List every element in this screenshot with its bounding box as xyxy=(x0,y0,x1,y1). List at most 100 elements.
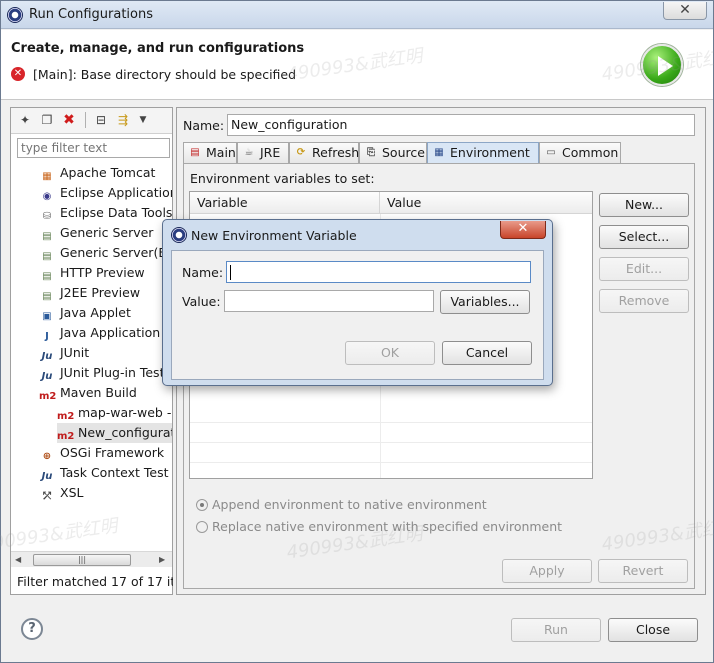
tab-environment[interactable]: ▦ Environment xyxy=(427,142,539,164)
tab-jre[interactable]: ☕ JRE xyxy=(237,142,289,164)
maven-icon: m2 xyxy=(57,431,75,442)
delete-icon[interactable]: ✖ xyxy=(61,112,77,128)
new-variable-button[interactable]: New... xyxy=(599,193,689,217)
tree-horizontal-scrollbar[interactable]: ◀ ||| ▶ xyxy=(11,551,172,567)
database-icon: ⛁ xyxy=(42,211,52,222)
tree-item-xsl[interactable]: ⤱ XSL xyxy=(39,483,83,503)
table-row-line xyxy=(190,462,592,463)
window-title: Run Configurations xyxy=(29,7,153,22)
header-error-message: [Main]: Base directory should be specifi… xyxy=(33,67,297,82)
junit-icon: Ju xyxy=(41,351,53,362)
jre-icon: ☕ xyxy=(244,147,254,158)
table-row-line xyxy=(190,442,592,443)
tree-item-http-preview[interactable]: ▤ HTTP Preview xyxy=(39,263,144,283)
ok-button[interactable]: OK xyxy=(345,341,435,365)
toolbar-separator xyxy=(85,112,86,128)
new-config-icon[interactable]: ✦ xyxy=(17,112,33,128)
config-name-input[interactable]: New_configuration xyxy=(227,114,695,136)
tree-item-j2ee-preview[interactable]: ▤ J2EE Preview xyxy=(39,283,140,303)
table-row-line xyxy=(190,422,592,423)
tree-item-generic-server[interactable]: ▤ Generic Server xyxy=(39,223,153,243)
variables-button[interactable]: Variables... xyxy=(440,290,530,314)
text-caret xyxy=(230,265,231,280)
variable-value-label: Value: xyxy=(182,294,221,309)
variable-name-input[interactable] xyxy=(226,261,531,283)
tree-item-junit[interactable]: Ju JUnit xyxy=(39,343,90,363)
name-label: Name: xyxy=(183,118,225,133)
column-header-value[interactable]: Value xyxy=(380,192,592,214)
configuration-list-panel: ✦ ❐ ✖ ⊟ ⇶ ▼ ▦Apache Tomcat ◉Eclipse Appl… xyxy=(10,107,173,595)
chevron-down-icon[interactable]: ▼ xyxy=(135,112,151,128)
tab-source[interactable]: ⎘ Source xyxy=(359,142,427,164)
common-icon: ▭ xyxy=(546,147,556,158)
tomcat-icon: ▦ xyxy=(42,171,52,182)
tree-item-task-context-test[interactable]: Ju Task Context Test xyxy=(39,463,169,483)
tree-item-new-configuration[interactable]: m2 New_configurati xyxy=(57,423,172,443)
filter-status: Filter matched 17 of 17 iter xyxy=(17,574,173,589)
tab-main[interactable]: ▤ Main xyxy=(183,142,237,164)
tree-item-apache-tomcat[interactable]: ▦ Apache Tomcat xyxy=(39,163,155,183)
window-close-button[interactable]: ✕ xyxy=(663,2,707,20)
tree-item-map-war-web[interactable]: m2 map-war-web -i xyxy=(57,403,172,423)
xsl-icon: ⤱ xyxy=(43,491,51,502)
maven-icon: m2 xyxy=(39,391,57,402)
header-title: Create, manage, and run configurations xyxy=(11,41,305,56)
server-icon: ▤ xyxy=(42,271,52,282)
applet-icon: ▣ xyxy=(42,311,52,322)
server-icon: ▤ xyxy=(42,291,52,302)
refresh-icon: ⟳ xyxy=(296,147,306,158)
dialog-close-button[interactable]: ✕ xyxy=(500,221,546,239)
dialog-title: New Environment Variable xyxy=(191,228,357,243)
edit-variable-button[interactable]: Edit... xyxy=(599,257,689,281)
tree-item-junit-plugin-test[interactable]: Ju JUnit Plug-in Test xyxy=(39,363,165,383)
filter-icon[interactable]: ⇶ xyxy=(115,112,131,128)
replace-env-option[interactable]: Replace native environment with specifie… xyxy=(196,519,562,534)
configuration-tree: ▦ Apache Tomcat ◉ Eclipse Application ⛁ Ecl… xyxy=(11,162,172,550)
title-bar: Run Configurations ✕ xyxy=(1,1,713,29)
new-environment-variable-dialog: New Environment Variable ✕ Name: Value: … xyxy=(162,219,553,386)
config-toolbar: ✦ ❐ ✖ ⊟ ⇶ ▼ xyxy=(11,108,172,134)
duplicate-icon[interactable]: ❐ xyxy=(39,112,55,128)
source-icon: ⎘ xyxy=(367,147,375,158)
task-context-icon: Ju xyxy=(41,471,53,482)
tree-item-eclipse-data-tools[interactable]: ⛁ Eclipse Data Tools xyxy=(39,203,172,223)
append-env-option[interactable]: Append environment to native environment xyxy=(196,497,487,512)
filter-input[interactable] xyxy=(17,138,170,158)
env-variables-label: Environment variables to set: xyxy=(190,171,375,186)
revert-button[interactable]: Revert xyxy=(598,559,688,583)
tree-item-java-application[interactable]: J Java Application xyxy=(39,323,160,343)
scroll-thumb[interactable]: ||| xyxy=(33,554,131,566)
tree-item-osgi-framework[interactable]: ⊕ OSGi Framework xyxy=(39,443,164,463)
run-button[interactable]: Run xyxy=(511,618,601,642)
radio-button-selected[interactable] xyxy=(196,499,208,511)
osgi-icon: ⊕ xyxy=(42,451,52,462)
cancel-button[interactable]: Cancel xyxy=(442,341,532,365)
tab-refresh[interactable]: ⟳ Refresh xyxy=(289,142,359,164)
scroll-left-icon[interactable]: ◀ xyxy=(15,555,21,564)
help-icon[interactable]: ? xyxy=(21,618,43,640)
tree-item-generic-server-ex[interactable]: ▤ Generic Server(Ex xyxy=(39,243,172,263)
select-variable-button[interactable]: Select... xyxy=(599,225,689,249)
remove-variable-button[interactable]: Remove xyxy=(599,289,689,313)
apply-button[interactable]: Apply xyxy=(502,559,592,583)
dialog-header: Create, manage, and run configurations ✕… xyxy=(1,30,713,100)
collapse-all-icon[interactable]: ⊟ xyxy=(93,112,109,128)
close-button[interactable]: Close xyxy=(608,618,698,642)
tab-common[interactable]: ▭ Common xyxy=(539,142,621,164)
dialog-body: Name: Value: Variables... OK Cancel xyxy=(171,250,544,380)
eclipse-dialog-icon xyxy=(171,227,187,243)
eclipse-icon: ◉ xyxy=(42,191,52,202)
junit-plugin-icon: Ju xyxy=(41,371,53,382)
radio-button[interactable] xyxy=(196,521,208,533)
java-app-icon: J xyxy=(45,331,49,342)
maven-icon: m2 xyxy=(57,411,75,422)
server-icon: ▤ xyxy=(42,231,52,242)
column-header-variable[interactable]: Variable xyxy=(190,192,380,214)
scroll-right-icon[interactable]: ▶ xyxy=(159,555,165,564)
tree-item-java-applet[interactable]: ▣ Java Applet xyxy=(39,303,131,323)
tree-item-eclipse-application[interactable]: ◉ Eclipse Application xyxy=(39,183,172,203)
tree-item-maven-build[interactable]: m2 Maven Build xyxy=(39,383,137,403)
variable-value-input[interactable] xyxy=(224,290,434,312)
environment-icon: ▦ xyxy=(434,147,444,158)
main-tab-icon: ▤ xyxy=(190,147,200,158)
